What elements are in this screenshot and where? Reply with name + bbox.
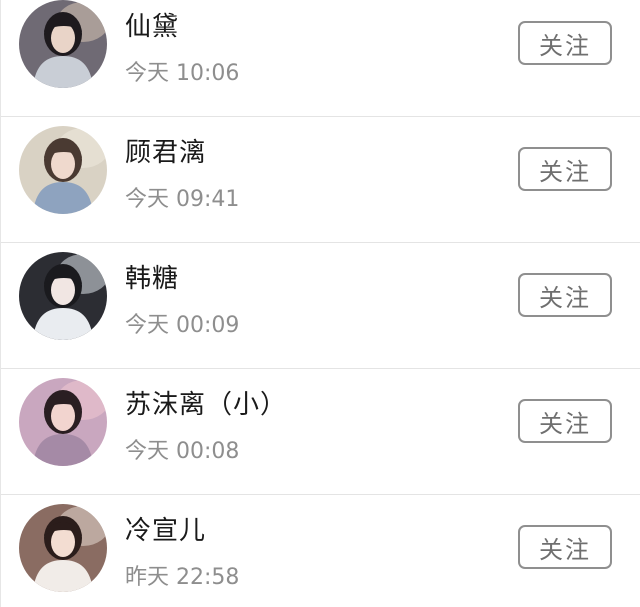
follow-button[interactable]: 关注 bbox=[518, 147, 612, 191]
follow-button[interactable]: 关注 bbox=[518, 21, 612, 65]
follow-time: 今天 09:41 bbox=[125, 187, 240, 212]
avatar[interactable] bbox=[19, 126, 107, 214]
follow-button[interactable]: 关注 bbox=[518, 273, 612, 317]
follow-time: 昨天 22:58 bbox=[125, 565, 240, 590]
follow-time: 今天 00:09 bbox=[125, 313, 240, 338]
user-name: 冷宣儿 bbox=[125, 516, 207, 546]
avatar[interactable] bbox=[19, 252, 107, 340]
avatar[interactable] bbox=[19, 0, 107, 88]
avatar[interactable] bbox=[19, 378, 107, 466]
follow-button[interactable]: 关注 bbox=[518, 399, 612, 443]
list-item[interactable]: 冷宣儿 昨天 22:58 关注 bbox=[1, 495, 640, 607]
follow-time: 今天 00:08 bbox=[125, 439, 240, 464]
avatar[interactable] bbox=[19, 504, 107, 592]
list-item[interactable]: 韩糖 今天 00:09 关注 bbox=[1, 243, 640, 369]
list-item[interactable]: 顾君漓 今天 09:41 关注 bbox=[1, 117, 640, 243]
user-name: 韩糖 bbox=[125, 264, 180, 294]
user-name: 苏沫离（小） bbox=[125, 390, 288, 420]
follow-time: 今天 10:06 bbox=[125, 61, 240, 86]
user-name: 仙黛 bbox=[125, 12, 180, 42]
follow-button[interactable]: 关注 bbox=[518, 525, 612, 569]
user-name: 顾君漓 bbox=[125, 138, 207, 168]
list-item[interactable]: 仙黛 今天 10:06 关注 bbox=[1, 0, 640, 117]
list-item[interactable]: 苏沫离（小） 今天 00:08 关注 bbox=[1, 369, 640, 495]
follow-list: 仙黛 今天 10:06 关注 顾君漓 今天 09:41 关注 韩糖 今天 00:… bbox=[0, 0, 640, 607]
